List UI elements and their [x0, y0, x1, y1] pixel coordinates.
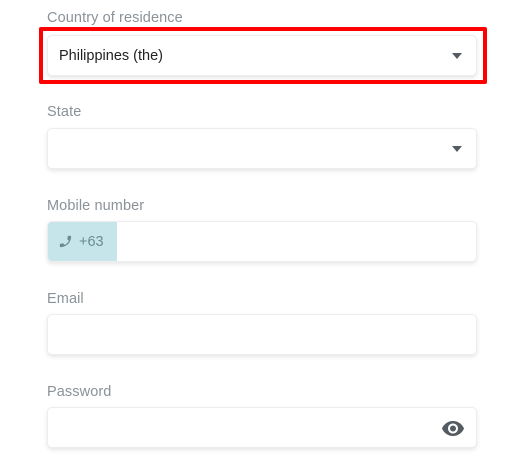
mobile-field[interactable]: +63 [47, 221, 477, 263]
password-field-box[interactable] [47, 407, 477, 449]
email-field-box[interactable] [47, 314, 477, 356]
country-selected-value: Philippines (the) [59, 48, 163, 64]
password-input[interactable] [59, 408, 433, 449]
mobile-input[interactable] [126, 222, 470, 263]
country-code-prefix: +63 [48, 222, 117, 261]
country-label: Country of residence [47, 10, 183, 26]
phone-icon [58, 234, 73, 249]
chevron-down-icon [452, 146, 462, 152]
chevron-down-icon [452, 53, 462, 59]
country-select[interactable]: Philippines (the) [47, 35, 477, 76]
country-code: +63 [79, 233, 104, 250]
password-label: Password [47, 384, 112, 400]
state-label: State [47, 104, 82, 120]
eye-icon[interactable] [441, 419, 465, 442]
registration-form: Country of residence Philippines (the) S… [0, 0, 507, 466]
email-label: Email [47, 291, 84, 307]
state-select[interactable] [47, 128, 477, 169]
email-input[interactable] [59, 315, 468, 356]
mobile-label: Mobile number [47, 198, 145, 214]
